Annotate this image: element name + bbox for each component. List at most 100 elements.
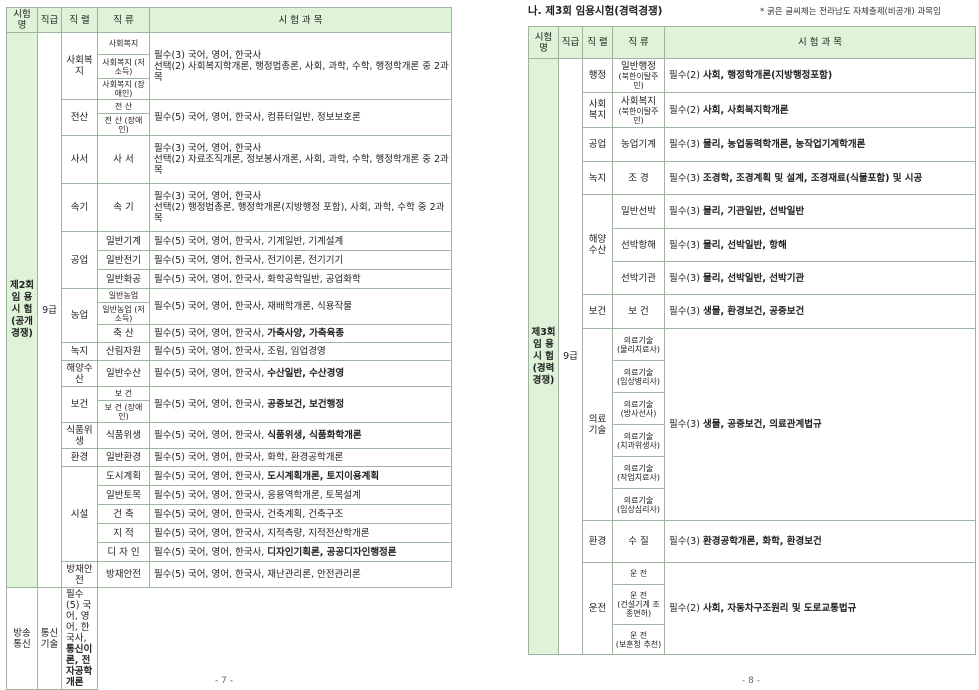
type-cell: 일반농업 (저소득)	[97, 302, 150, 325]
type-cell: 운 전	[612, 562, 665, 585]
type-cell: 의료기술 (치과위생사)	[612, 424, 665, 457]
type-cell: 식품위생	[97, 422, 150, 449]
table-row: 방송통신 통신기술 필수(5) 국어, 영어, 한국사, 통신이론, 전자공학개론	[6, 587, 452, 690]
subjects-cell: 필수(3) 국어, 영어, 한국사 선택(2) 자료조직개론, 정보봉사개론, 사…	[149, 135, 452, 184]
series-cell: 사서	[61, 135, 98, 184]
subjects-cell: 필수(3) 물리, 농업동력학개론, 농작업기계학개론	[664, 127, 976, 162]
series-cell: 행정	[582, 58, 613, 93]
series-cell: 사회복지	[582, 92, 613, 128]
type-cell: 사회복지 (저소득)	[97, 54, 150, 79]
header-subjects: 시 험 과 목	[664, 26, 976, 59]
type-cell: 선박항해	[612, 228, 665, 262]
section-title: 나. 제3회 임용시험(경력경쟁)	[528, 5, 663, 17]
header-grade: 직급	[37, 7, 62, 33]
series-cell: 공업	[582, 127, 613, 162]
series-cell: 시설	[61, 466, 98, 562]
type-cell: 일반화공	[97, 269, 150, 289]
series-cell: 보건	[61, 386, 98, 423]
table-row: 방재안전 방재안전 필수(5) 국어, 영어, 한국사, 재난관리론, 안전관리론	[7, 561, 452, 588]
subjects-cell: 필수(3) 물리, 기관일반, 선박일반	[664, 194, 976, 229]
type-cell: 수 질	[612, 520, 665, 563]
subjects-cell: 필수(3) 물리, 선박일반, 선박기관	[664, 261, 976, 295]
subjects-cell: 필수(5) 국어, 영어, 한국사, 조림, 임업경영	[149, 342, 452, 361]
subjects-cell: 필수(5) 국어, 영어, 한국사, 재난관리론, 안전관리론	[149, 561, 452, 588]
table-row: 사회복지 사회복지 (북한이탈주민) 필수(2) 사회, 사회복지학개론	[529, 92, 976, 128]
series-cell: 녹지	[61, 342, 98, 361]
series-cell: 운전	[582, 562, 613, 655]
subjects-cell: 필수(5) 국어, 영어, 한국사, 응용역학개론, 토목설계	[149, 485, 452, 505]
type-cell: 일반기계	[97, 231, 150, 251]
table-row: 녹지 조 경 필수(3) 조경학, 조경계획 및 설계, 조경재료(식물포함) …	[529, 161, 976, 195]
subjects-cell: 필수(3) 생물, 공중보건, 의료관계법규	[664, 328, 976, 521]
type-cell: 전 산	[97, 99, 150, 114]
header-exam-name: 시험명	[6, 7, 38, 33]
subjects-cell: 필수(5) 국어, 영어, 한국사, 전기이론, 전기기기	[149, 250, 452, 270]
table-row: 식품위생 식품위생 필수(5) 국어, 영어, 한국사, 식품위생, 식품화학개론	[7, 422, 452, 449]
type-cell: 도시계획	[97, 466, 150, 486]
type-cell: 사 서	[97, 135, 150, 184]
table-row: 보건 보 건 필수(3) 생물, 환경보건, 공중보건	[529, 294, 976, 329]
exam-table-right: 시험명 직급 직 렬 직 류 시 험 과 목 제3회 임 용 시 험 (경력 경…	[528, 26, 976, 655]
type-cell: 일반환경	[97, 448, 150, 467]
type-cell: 산림자원	[97, 342, 150, 361]
grade-cell: 9급	[37, 32, 62, 588]
type-cell: 일반전기	[97, 250, 150, 270]
subjects-cell: 필수(5) 국어, 영어, 한국사, 건축계획, 건축구조	[149, 504, 452, 524]
series-cell: 의료기술	[582, 328, 613, 521]
page-7: 시험명 직급 직 렬 직 류 시 험 과 목 제2회 임 용 시 험 (공개 경…	[0, 0, 460, 690]
series-cell: 환경	[582, 520, 613, 563]
table-row: 녹지 산림자원 필수(5) 국어, 영어, 한국사, 조림, 임업경영	[7, 342, 452, 361]
header-series: 직 렬	[61, 7, 98, 33]
header-type: 직 류	[97, 7, 150, 33]
series-cell: 방송통신	[6, 587, 38, 690]
type-cell: 축 산	[97, 324, 150, 343]
type-cell: 일반선박	[612, 194, 665, 229]
table-row: 사서 사 서 필수(3) 국어, 영어, 한국사 선택(2) 자료조직개론, 정보…	[7, 135, 452, 184]
header-row: 시험명 직급 직 렬 직 류 시 험 과 목	[528, 26, 976, 59]
subjects-cell: 필수(5) 국어, 영어, 한국사, 수산일반, 수산경영	[149, 360, 452, 387]
subjects-cell: 필수(5) 국어, 영어, 한국사, 가축사양, 가축육종	[149, 324, 452, 343]
table-row: 속기 속 기 필수(3) 국어, 영어, 한국사 선택(2) 행정법총론, 행정학…	[7, 183, 452, 232]
header-subjects: 시 험 과 목	[149, 7, 452, 33]
table-row: 공업 일반기계 필수(5) 국어, 영어, 한국사, 기계일반, 기계설계	[7, 231, 452, 289]
series-cell: 해양수산	[61, 360, 98, 387]
table-row: 해양수산 일반수산 필수(5) 국어, 영어, 한국사, 수산일반, 수산경영	[7, 360, 452, 387]
series-cell: 식품위생	[61, 422, 98, 449]
subjects-cell: 필수(5) 국어, 영어, 한국사, 지적측량, 지적전산학개론	[149, 523, 452, 543]
series-cell: 사회복지	[61, 32, 98, 100]
series-cell: 보건	[582, 294, 613, 329]
table-row: 제2회 임 용 시 험 (공개 경쟁) 9급 사회복지 사회복지 필수(3) 국…	[6, 32, 452, 588]
subjects-cell: 필수(5) 국어, 영어, 한국사, 화학, 환경공학개론	[149, 448, 452, 467]
subjects-cell: 필수(5) 국어, 영어, 한국사, 공중보건, 보건행정	[149, 386, 452, 423]
header-row: 시험명 직급 직 렬 직 류 시 험 과 목	[6, 7, 452, 33]
subjects-cell: 필수(2) 사회, 행정학개론(지방행정포함)	[664, 58, 976, 93]
header-type: 직 류	[612, 26, 665, 59]
table-row: 시설 도시계획 필수(5) 국어, 영어, 한국사, 도시계획개론, 토지이용계…	[7, 466, 452, 562]
type-cell: 일반수산	[97, 360, 150, 387]
table-row: 해양수산 일반선박 필수(3) 물리, 기관일반, 선박일반	[529, 194, 976, 295]
page-number: - 8 -	[742, 676, 760, 686]
table-row: 환경 수 질 필수(3) 환경공학개론, 화학, 환경보건	[529, 520, 976, 563]
header-grade: 직급	[558, 26, 583, 59]
type-cell: 농업기계	[612, 127, 665, 162]
subjects-cell: 필수(3) 국어, 영어, 한국사 선택(2) 행정법총론, 행정학개론(지방행정…	[149, 183, 452, 232]
exam-name-cell: 제3회 임 용 시 험 (경력 경쟁)	[528, 58, 559, 655]
subjects-cell: 필수(3) 조경학, 조경계획 및 설계, 조경재료(식물포함) 및 시공	[664, 161, 976, 195]
page-8: 나. 제3회 임용시험(경력경쟁) * 굵은 글씨체는 전라남도 자체출제(비공…	[520, 0, 979, 686]
type-cell: 통신기술	[37, 587, 62, 690]
subjects-cell: 필수(3) 물리, 선박일반, 항해	[664, 228, 976, 262]
series-cell: 환경	[61, 448, 98, 467]
type-cell: 의료기술 (방사선사)	[612, 392, 665, 425]
type-cell: 조 경	[612, 161, 665, 195]
subjects-cell: 필수(5) 국어, 영어, 한국사, 디자인기획론, 공공디자인행정론	[149, 542, 452, 562]
header-series: 직 렬	[582, 26, 613, 59]
subjects-cell: 필수(3) 국어, 영어, 한국사 선택(2) 사회복지학개론, 행정법총론, 사…	[149, 32, 452, 100]
table-row: 보건 보 건 필수(5) 국어, 영어, 한국사, 공중보건, 보건행정	[7, 386, 452, 423]
type-cell: 사회복지 (북한이탈주민)	[612, 92, 665, 128]
type-cell: 보 건	[612, 294, 665, 329]
type-cell: 디 자 인	[97, 542, 150, 562]
table-row: 의료기술 의료기술 (물리치료사) 필수(3) 생물, 공중보건, 의료관계법규	[529, 328, 976, 521]
type-cell: 방재안전	[97, 561, 150, 588]
type-cell: 일반토목	[97, 485, 150, 505]
table-row: 제3회 임 용 시 험 (경력 경쟁) 9급 행정 일반행정 (북한이탈주민) 필…	[528, 58, 976, 655]
